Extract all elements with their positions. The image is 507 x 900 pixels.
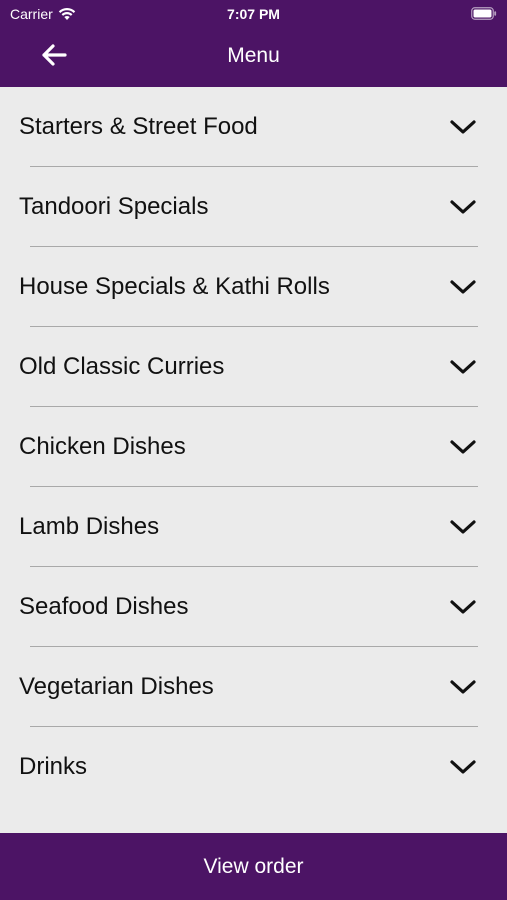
- chevron-down-icon: [449, 677, 477, 697]
- chevron-down-icon: [449, 117, 477, 137]
- menu-category-item[interactable]: Tandoori Specials: [0, 167, 507, 247]
- menu-category-label: Tandoori Specials: [19, 193, 209, 220]
- chevron-down-icon: [449, 517, 477, 537]
- menu-category-label: Drinks: [19, 753, 88, 780]
- menu-category-item[interactable]: Chicken Dishes: [0, 407, 507, 487]
- menu-category-item[interactable]: Old Classic Curries: [0, 327, 507, 407]
- menu-category-item[interactable]: Seafood Dishes: [0, 567, 507, 647]
- menu-category-list: Starters & Street Food Tandoori Specials…: [0, 87, 507, 833]
- menu-category-label: Starters & Street Food: [19, 113, 258, 140]
- chevron-down-icon: [449, 197, 477, 217]
- menu-category-item[interactable]: Starters & Street Food: [0, 87, 507, 167]
- menu-category-label: House Specials & Kathi Rolls: [19, 273, 330, 300]
- menu-category-item[interactable]: House Specials & Kathi Rolls: [0, 247, 507, 327]
- menu-category-label: Old Classic Curries: [19, 353, 225, 380]
- menu-category-label: Vegetarian Dishes: [19, 673, 214, 700]
- battery-icon: [471, 7, 497, 20]
- menu-category-label: Seafood Dishes: [19, 593, 189, 620]
- view-order-label: View order: [203, 854, 304, 878]
- status-time: 7:07 PM: [227, 6, 280, 22]
- menu-category-label: Chicken Dishes: [19, 433, 186, 460]
- nav-bar: Menu: [0, 28, 507, 87]
- chevron-down-icon: [449, 357, 477, 377]
- menu-category-item[interactable]: Drinks: [0, 727, 507, 807]
- menu-category-item[interactable]: Vegetarian Dishes: [0, 647, 507, 727]
- chevron-down-icon: [449, 277, 477, 297]
- chevron-down-icon: [449, 597, 477, 617]
- chevron-down-icon: [449, 437, 477, 457]
- status-bar: Carrier 7:07 PM: [0, 0, 507, 28]
- page-title: Menu: [227, 44, 280, 67]
- menu-category-label: Lamb Dishes: [19, 513, 160, 540]
- menu-category-item[interactable]: Lamb Dishes: [0, 487, 507, 567]
- view-order-button[interactable]: View order: [0, 833, 507, 900]
- chevron-down-icon: [449, 757, 477, 777]
